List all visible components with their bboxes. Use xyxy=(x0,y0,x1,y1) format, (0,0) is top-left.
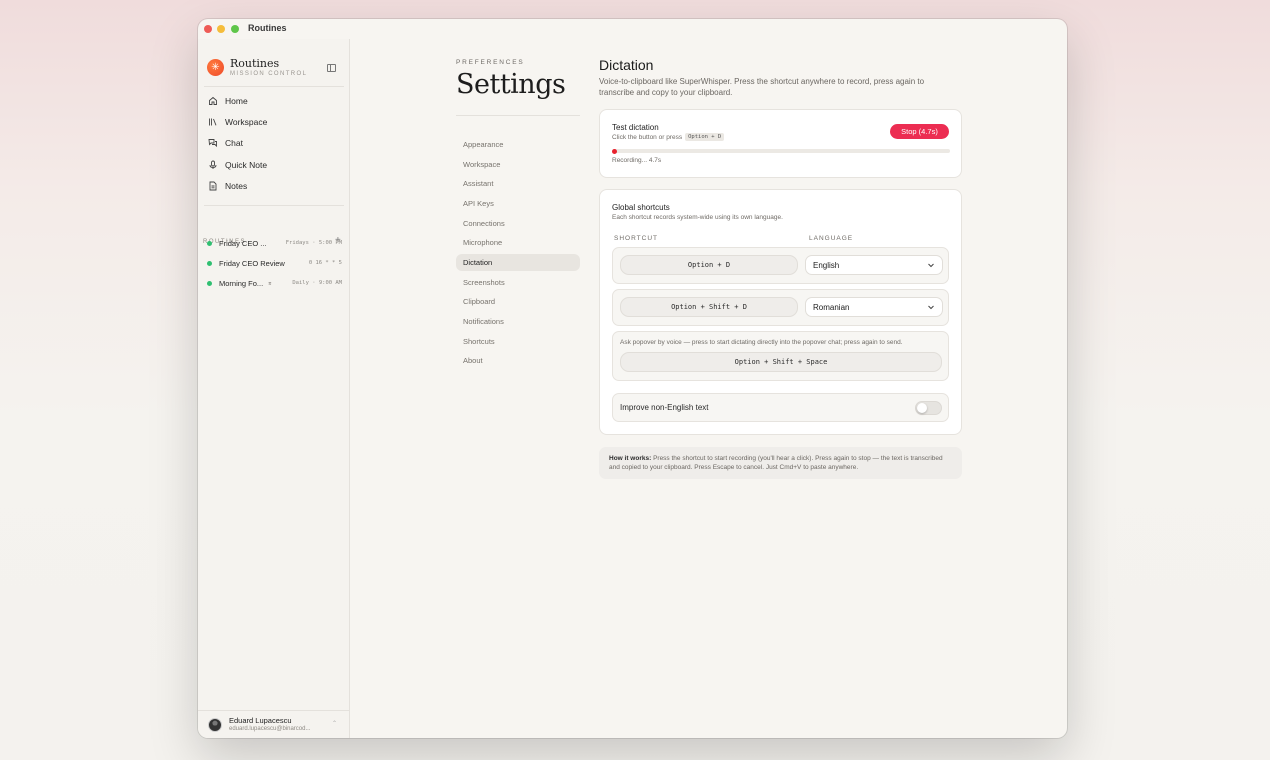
settings-nav-appearance[interactable]: Appearance xyxy=(456,136,580,153)
sidebar-item-label: Quick Note xyxy=(225,160,268,170)
settings-nav-shortcuts[interactable]: Shortcuts xyxy=(456,333,580,350)
section-title: Dictation xyxy=(599,57,654,73)
routine-name: Friday CEO ... xyxy=(219,238,267,248)
global-shortcuts-title: Global shortcuts xyxy=(612,203,670,212)
keyboard-shortcut-badge: Option + D xyxy=(685,133,725,141)
settings-nav-clipboard[interactable]: Clipboard xyxy=(456,293,580,310)
language-column-header: LANGUAGE xyxy=(809,235,854,242)
settings-nav-about[interactable]: About xyxy=(456,352,580,369)
chevron-up-icon: ⌃ xyxy=(332,721,338,727)
routine-schedule: Daily · 9:00 AM xyxy=(292,280,342,286)
settings-nav-connections[interactable]: Connections xyxy=(456,215,580,232)
user-email: eduard.lupacescu@binarcod... xyxy=(229,726,311,732)
zoom-window-button[interactable] xyxy=(231,25,239,33)
home-icon xyxy=(208,96,218,106)
microphone-icon xyxy=(208,160,218,170)
title-bar: Routines xyxy=(198,19,1067,39)
settings-nav-dictation[interactable]: Dictation xyxy=(456,254,580,271)
routine-name: Friday CEO Review xyxy=(219,258,285,268)
language-value: Romanian xyxy=(813,303,850,312)
toggle-knob xyxy=(917,403,927,413)
test-dictation-card: Test dictation Click the button or press… xyxy=(599,109,962,178)
chevron-down-icon xyxy=(927,298,935,317)
sidebar-divider xyxy=(204,205,344,206)
hint-text: Click the button or press xyxy=(612,133,683,141)
sidebar-item-label: Home xyxy=(225,96,248,106)
sidebar-item-label: Workspace xyxy=(225,117,268,127)
page-title: Settings xyxy=(456,69,566,100)
user-account-menu[interactable]: Eduard Lupacescu eduard.lupacescu@binarc… xyxy=(198,710,350,738)
library-icon xyxy=(208,117,218,127)
sidebar-item-quick-note[interactable]: Quick Note xyxy=(206,156,344,174)
language-value: English xyxy=(813,261,840,270)
language-select[interactable]: English xyxy=(805,255,943,275)
app-window: Routines Routines MISSION CONTROL Home W… xyxy=(198,19,1067,738)
routine-item[interactable]: Friday CEO ... Fridays · 5:00 PM xyxy=(207,237,342,249)
improve-text-toggle[interactable] xyxy=(915,401,942,415)
shortcut-recorder[interactable]: Option + D xyxy=(620,255,798,275)
app-logo-icon xyxy=(207,59,224,76)
chat-icon xyxy=(208,138,218,148)
window-title: Routines xyxy=(248,23,287,33)
sidebar-item-notes[interactable]: Notes xyxy=(206,177,344,195)
routine-item[interactable]: Morning Fo... ⌆ Daily · 9:00 AM xyxy=(207,277,342,289)
close-window-button[interactable] xyxy=(204,25,212,33)
recording-status: Recording... 4.7s xyxy=(612,157,662,164)
settings-nav-api-keys[interactable]: API Keys xyxy=(456,195,580,212)
popover-description: Ask popover by voice — press to start di… xyxy=(620,339,903,346)
pin-icon: ⌆ xyxy=(267,280,273,287)
routine-status-dot xyxy=(207,260,212,266)
document-icon xyxy=(208,181,218,191)
sidebar-item-home[interactable]: Home xyxy=(206,92,344,110)
settings-nav-assistant[interactable]: Assistant xyxy=(456,175,580,192)
routine-item[interactable]: Friday CEO Review 0 16 * * 5 xyxy=(207,257,342,269)
settings-nav-screenshots[interactable]: Screenshots xyxy=(456,274,580,291)
shortcut-row: Option + Shift + D Romanian xyxy=(612,289,949,326)
improve-text-row: Improve non-English text xyxy=(612,393,949,422)
how-it-works-text: Press the shortcut to start recording (y… xyxy=(609,455,943,471)
routine-status-dot xyxy=(207,280,212,286)
test-dictation-title: Test dictation xyxy=(612,123,659,132)
minimize-window-button[interactable] xyxy=(217,25,225,33)
sidebar-toggle-icon[interactable] xyxy=(327,64,336,72)
sidebar-item-label: Notes xyxy=(225,181,248,191)
how-it-works-note: How it works: Press the shortcut to star… xyxy=(599,447,962,479)
popover-shortcut-row: Ask popover by voice — press to start di… xyxy=(612,331,949,381)
preferences-eyebrow: PREFERENCES xyxy=(456,59,525,66)
recording-progress-bar xyxy=(612,148,950,154)
shortcut-row: Option + D English xyxy=(612,247,949,284)
routine-schedule: Fridays · 5:00 PM xyxy=(285,240,342,246)
sidebar-item-workspace[interactable]: Workspace xyxy=(206,113,344,131)
settings-nav-microphone[interactable]: Microphone xyxy=(456,234,580,251)
how-it-works-label: How it works: xyxy=(609,455,652,462)
shortcut-recorder[interactable]: Option + Shift + D xyxy=(620,297,798,317)
language-select[interactable]: Romanian xyxy=(805,297,943,317)
settings-divider xyxy=(456,115,580,116)
chevron-down-icon xyxy=(927,256,935,275)
sidebar-divider xyxy=(204,86,344,87)
shortcut-recorder[interactable]: Option + Shift + Space xyxy=(620,352,942,372)
sidebar-item-chat[interactable]: Chat xyxy=(206,134,344,152)
stop-recording-button[interactable]: Stop (4.7s) xyxy=(890,124,949,139)
brand-title: Routines xyxy=(230,57,280,70)
brand-subtitle: MISSION CONTROL xyxy=(230,71,308,77)
recording-indicator-dot xyxy=(612,148,617,154)
global-shortcuts-card: Global shortcuts Each shortcut records s… xyxy=(599,189,962,435)
settings-nav-workspace[interactable]: Workspace xyxy=(456,156,580,173)
test-dictation-hint: Click the button or press Option + D xyxy=(612,133,725,141)
improve-text-label: Improve non-English text xyxy=(620,403,709,412)
settings-nav-notifications[interactable]: Notifications xyxy=(456,313,580,330)
global-shortcuts-description: Each shortcut records system-wide using … xyxy=(612,214,783,221)
routine-status-dot xyxy=(207,240,212,246)
sidebar-item-label: Chat xyxy=(225,138,243,148)
shortcut-column-header: SHORTCUT xyxy=(614,235,658,242)
section-description: Voice-to-clipboard like SuperWhisper. Pr… xyxy=(599,77,925,97)
routine-name: Morning Fo... xyxy=(219,278,264,288)
user-name: Eduard Lupacescu xyxy=(229,716,292,725)
routine-schedule: 0 16 * * 5 xyxy=(308,260,342,266)
avatar xyxy=(208,718,222,732)
